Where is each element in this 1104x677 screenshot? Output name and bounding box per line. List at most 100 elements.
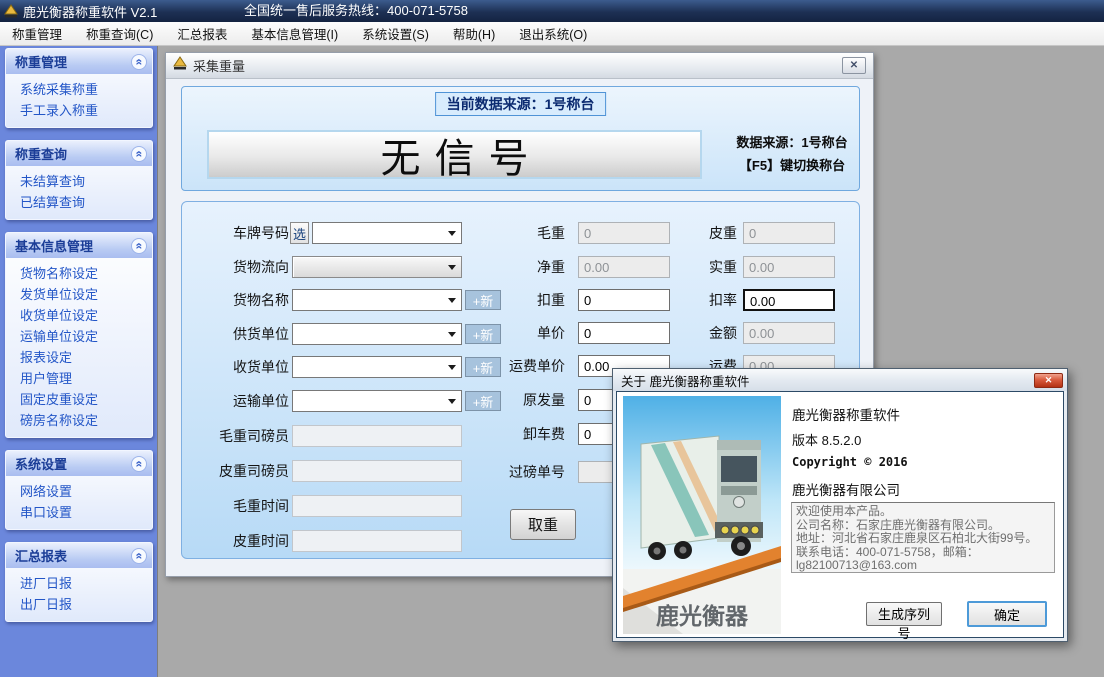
field-label-freight-unit-price: 运费单价: [477, 355, 565, 377]
transport-unit-combobox[interactable]: [292, 390, 462, 412]
menu-item-exit-system[interactable]: 退出系统(O): [507, 22, 599, 45]
generate-serial-button[interactable]: 生成序列号: [866, 602, 942, 626]
menu-item-weighing-manage[interactable]: 称重管理: [0, 22, 74, 45]
plate-number-combobox[interactable]: [312, 222, 462, 244]
sidebar-group-title: 称重查询: [15, 144, 67, 163]
amount-field: 0.00: [743, 322, 835, 344]
sidebar-group-system-settings: 系统设置 « 网络设置串口设置: [5, 450, 153, 530]
field-label-deduct-weight: 扣重: [477, 289, 565, 311]
tare-weight-field: 0: [743, 222, 835, 244]
field-label-receiver-unit: 收货单位: [182, 356, 289, 378]
receiver-unit-combobox[interactable]: [292, 356, 462, 378]
sidebar-item[interactable]: 货物名称设定: [6, 263, 152, 284]
about-copyright: Copyright © 2016: [792, 455, 908, 469]
sidebar-item[interactable]: 固定皮重设定: [6, 389, 152, 410]
about-info-line: 联系电话：400-071-5758，邮箱：: [796, 546, 1050, 560]
menu-item-help[interactable]: 帮助(H): [441, 22, 507, 45]
weight-display: 无信号: [207, 130, 702, 179]
goods-flow-combobox[interactable]: [292, 256, 462, 278]
sidebar-group-items: 进厂日报出厂日报: [6, 568, 152, 621]
sidebar-group-weighing-manage: 称重管理«系统采集称重手工录入称重: [5, 48, 153, 128]
source-info-line: 数据来源：1号称台: [722, 131, 862, 154]
close-icon[interactable]: ✕: [842, 57, 866, 74]
field-label-weigh-ticket-number: 过磅单号: [477, 461, 565, 483]
field-label-unload-fee: 卸车费: [477, 423, 565, 445]
about-company: 鹿光衡器有限公司: [792, 479, 900, 499]
take-weight-button[interactable]: 取重: [510, 509, 576, 540]
field-label-original-quantity: 原发量: [477, 389, 565, 411]
about-dialog: 关于 鹿光衡器称重软件 ✕: [612, 368, 1068, 642]
service-hotline: 全国统一售后服务热线：400-071-5758: [244, 0, 468, 22]
deduct-rate-field[interactable]: 0.00: [743, 289, 835, 311]
sidebar-item[interactable]: 用户管理: [6, 368, 152, 389]
weigh-window-title: 采集重量: [193, 56, 245, 75]
menu-item-basic-info-manage[interactable]: 基本信息管理(I): [239, 22, 350, 45]
collapse-chevron-icon[interactable]: «: [131, 54, 147, 70]
field-label-unit-price: 单价: [477, 322, 565, 344]
field-label-goods-name: 货物名称: [182, 289, 289, 311]
supplier-unit-combobox[interactable]: [292, 323, 462, 345]
app-title: 鹿光衡器称重软件 V2.1: [23, 2, 157, 21]
app-titlebar: 鹿光衡器称重软件 V2.1 全国统一售后服务热线：400-071-5758: [0, 0, 1104, 22]
sidebar-item[interactable]: 网络设置: [6, 481, 152, 502]
about-dialog-title: 关于 鹿光衡器称重软件: [621, 371, 749, 390]
chevron-down-icon: [448, 298, 456, 307]
about-dialog-titlebar[interactable]: 关于 鹿光衡器称重软件 ✕: [613, 369, 1067, 391]
actual-weight-field: 0.00: [743, 256, 835, 278]
sidebar-item[interactable]: 手工录入称重: [6, 100, 152, 121]
dialog-close-icon[interactable]: ✕: [1034, 373, 1063, 388]
sidebar-item[interactable]: 进厂日报: [6, 573, 152, 594]
sidebar-item[interactable]: 运输单位设定: [6, 326, 152, 347]
about-info-box: 欢迎使用本产品。公司名称：石家庄鹿光衡器有限公司。地址：河北省石家庄鹿泉区石柏北…: [791, 502, 1055, 573]
sidebar-item[interactable]: 报表设定: [6, 347, 152, 368]
menu-item-system-settings[interactable]: 系统设置(S): [350, 22, 441, 45]
select-plate-button[interactable]: 选: [290, 222, 309, 244]
sidebar-item[interactable]: 发货单位设定: [6, 284, 152, 305]
source-info: 数据来源：1号称台 【F5】键切换称台: [722, 131, 862, 177]
field-label-gross-weight: 毛重: [477, 222, 565, 244]
sidebar-item[interactable]: 出厂日报: [6, 594, 152, 615]
sidebar-item[interactable]: 已结算查询: [6, 192, 152, 213]
sidebar-group-items: 系统采集称重手工录入称重: [6, 74, 152, 127]
sidebar-group-items: 未结算查询已结算查询: [6, 166, 152, 219]
sidebar-item[interactable]: 磅房名称设定: [6, 410, 152, 431]
sidebar: 称重管理«系统采集称重手工录入称重称重查询«未结算查询已结算查询基本信息管理«货…: [0, 46, 157, 677]
sidebar-item[interactable]: 系统采集称重: [6, 79, 152, 100]
sidebar-group-header[interactable]: 称重查询 «: [6, 141, 152, 166]
sidebar-group-summary-report: 汇总报表«进厂日报出厂日报: [5, 542, 153, 622]
field-label-actual-weight: 实重: [642, 256, 737, 278]
collapse-chevron-icon[interactable]: «: [131, 146, 147, 162]
chevron-down-icon: [448, 332, 456, 341]
sidebar-group-header[interactable]: 汇总报表«: [6, 543, 152, 568]
sidebar-group-basic-info-manage: 基本信息管理 « 货物名称设定发货单位设定收货单位设定运输单位设定报表设定用户管理固…: [5, 232, 153, 438]
menu-item-weighing-query[interactable]: 称重查询(C): [74, 22, 165, 45]
goods-name-combobox[interactable]: [292, 289, 462, 311]
collapse-chevron-icon[interactable]: «: [131, 238, 147, 254]
sidebar-group-header[interactable]: 系统设置 «: [6, 451, 152, 476]
sidebar-item[interactable]: 未结算查询: [6, 171, 152, 192]
about-version: 版本 8.5.2.0: [792, 430, 861, 449]
gross-weigher-field: [292, 425, 462, 447]
sidebar-item[interactable]: 收货单位设定: [6, 305, 152, 326]
sidebar-group-header[interactable]: 基本信息管理 «: [6, 233, 152, 258]
tare-time-field: [292, 530, 462, 552]
about-info-line: 地址：河北省石家庄鹿泉区石柏北大街99号。: [796, 532, 1050, 546]
field-label-tare-weigher: 皮重司磅员: [182, 460, 289, 482]
sidebar-item[interactable]: 串口设置: [6, 502, 152, 523]
about-info-line: 公司名称：石家庄鹿光衡器有限公司。: [796, 519, 1050, 533]
sidebar-group-title: 基本信息管理: [15, 236, 93, 255]
sidebar-group-header[interactable]: 称重管理«: [6, 49, 152, 74]
sidebar-group-title: 系统设置: [15, 454, 67, 473]
ok-button[interactable]: 确定: [967, 601, 1047, 627]
chevron-down-icon: [448, 231, 456, 240]
truck-image: 鹿光衡器: [623, 396, 781, 634]
weigh-window-titlebar[interactable]: 采集重量 ✕: [166, 53, 873, 79]
menu-item-summary-report[interactable]: 汇总报表: [165, 22, 239, 45]
source-info-line: 【F5】键切换称台: [722, 154, 862, 177]
collapse-chevron-icon[interactable]: «: [131, 456, 147, 472]
collapse-chevron-icon[interactable]: «: [131, 548, 147, 564]
app-logo-icon: [4, 4, 18, 18]
tare-weigher-field: [292, 460, 462, 482]
field-label-gross-weigher: 毛重司磅员: [182, 425, 289, 447]
signal-panel: 当前数据来源：1号称台 无信号 数据来源：1号称台 【F5】键切换称台: [181, 86, 860, 191]
